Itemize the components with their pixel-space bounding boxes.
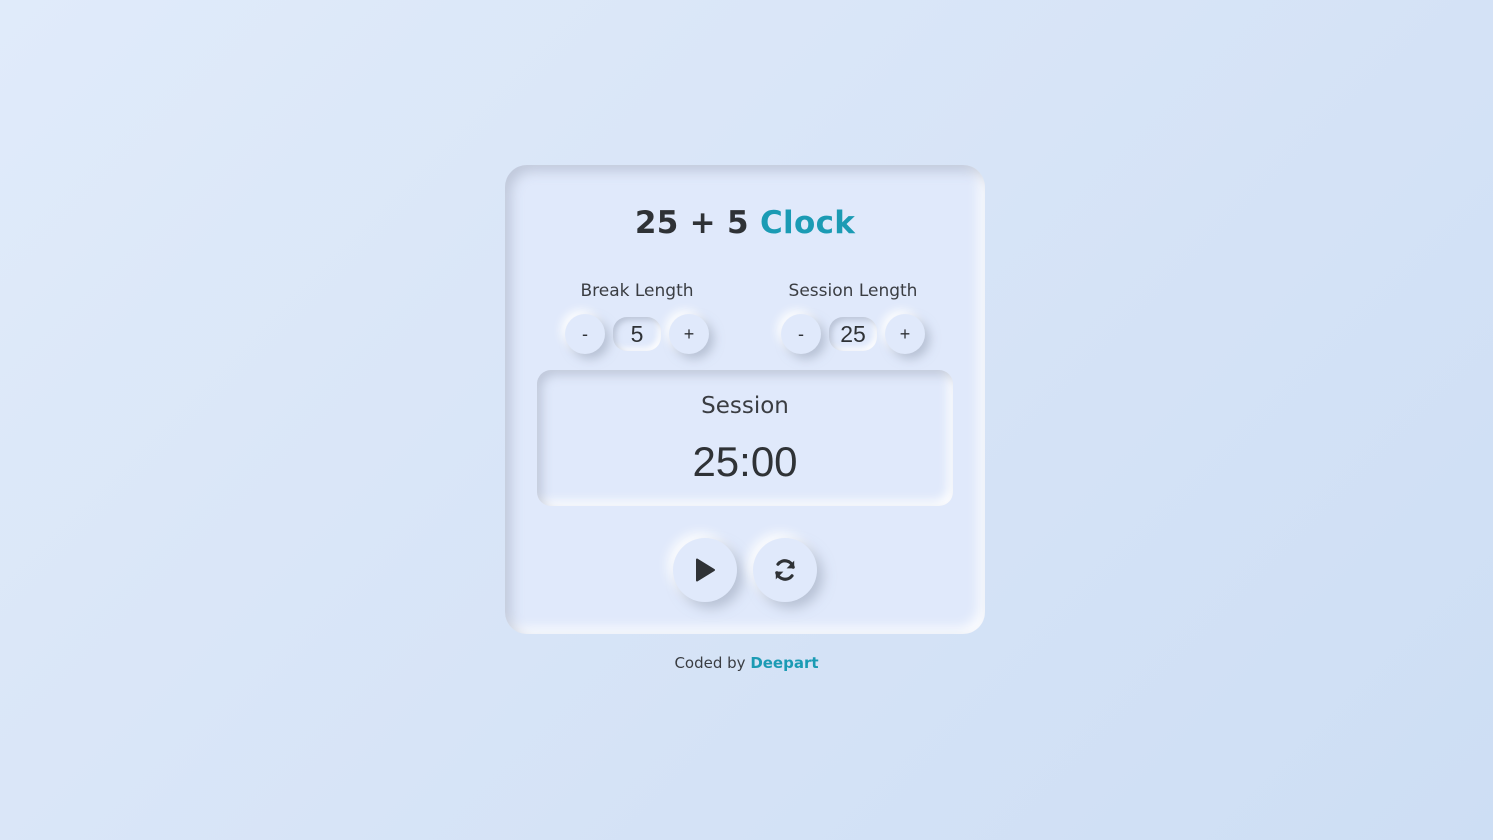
start-stop-button[interactable] [673,538,737,602]
break-stepper: - 5 + [557,314,717,356]
time-left: 25:00 [692,438,798,485]
break-length-control: Break Length - 5 + [557,279,717,356]
refresh-icon [775,559,795,581]
break-increment-button[interactable]: + [669,314,709,354]
footer-credit: Coded by Deepart [0,652,1493,674]
session-stepper: - 25 + [773,314,933,356]
footer-prefix: Coded by [674,654,746,672]
clock-card: 25 + 5 Clock Break Length - 5 + Session … [505,165,985,634]
timer-display: Session 25:00 [537,370,953,506]
reset-button[interactable] [753,538,817,602]
session-length-value: 25 [829,317,877,351]
session-decrement-button[interactable]: - [781,314,821,354]
session-length-control: Session Length - 25 + [773,279,933,356]
author-link[interactable]: Deepart [750,654,818,672]
title-accent: Clock [760,205,856,241]
session-increment-button[interactable]: + [885,314,925,354]
play-icon [696,558,715,582]
app-title: 25 + 5 Clock [505,201,985,245]
break-length-value: 5 [613,317,661,351]
session-length-label: Session Length [788,281,918,301]
break-decrement-button[interactable]: - [565,314,605,354]
timer-label: Session [701,393,789,419]
break-length-label: Break Length [580,281,694,301]
title-main: 25 + 5 [634,205,749,241]
